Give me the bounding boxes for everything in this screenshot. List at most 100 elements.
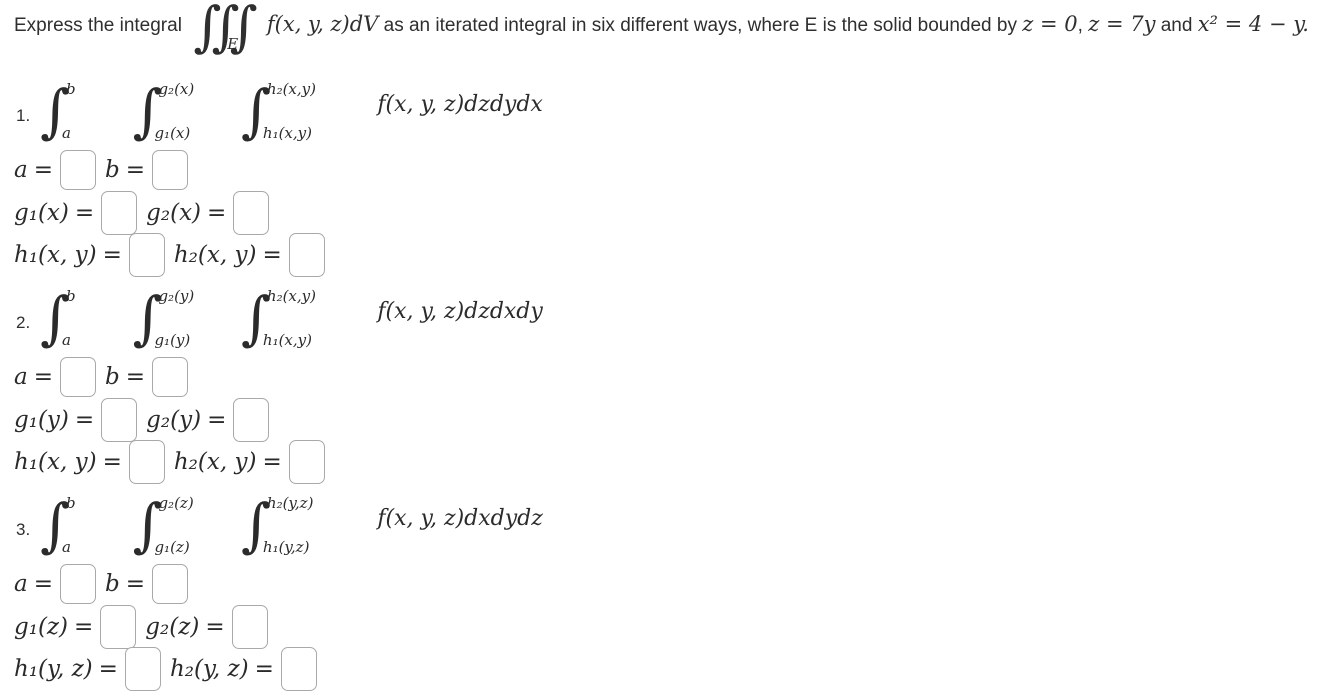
input-h1-1[interactable] xyxy=(128,233,165,277)
answer-row-g-3: g₁(z) = g₂(z) = xyxy=(14,605,268,649)
middle-lower-limit-1: g₁(x) xyxy=(154,124,191,142)
equals-sign: = xyxy=(74,199,95,226)
integrand-2: f(x, y, z)dzdxdy xyxy=(377,299,543,324)
inner-upper-limit-3: h₂(y,z) xyxy=(266,494,314,512)
prompt-integrand: f(x, y, z)dV xyxy=(266,12,379,36)
equals-sign: = xyxy=(262,241,282,268)
input-b-1[interactable] xyxy=(152,150,189,190)
input-g2-1[interactable] xyxy=(233,191,270,235)
prompt-condition-separator: , xyxy=(1077,15,1089,36)
middle-upper-limit-1: g₂(x) xyxy=(158,80,195,98)
equals-sign: = xyxy=(207,199,227,226)
field-label-g1-3: g₁(z) xyxy=(14,613,69,640)
field-label-b-2: b xyxy=(105,363,120,390)
input-g1-3[interactable] xyxy=(100,605,137,649)
answer-row-ab-2: a = b = xyxy=(14,357,189,397)
input-h1-3[interactable] xyxy=(124,647,161,691)
problem-number-3: 3. xyxy=(16,520,31,539)
input-g2-3[interactable] xyxy=(231,605,268,649)
outer-lower-limit-2: a xyxy=(62,331,71,349)
prompt-condition-3: x² = 4 − y. xyxy=(1197,12,1309,36)
middle-integral-1: ∫ g₂(x) g₁(x) xyxy=(132,78,236,150)
equals-sign: = xyxy=(207,406,227,433)
input-a-3[interactable] xyxy=(60,564,96,604)
prompt-condition-2: z = 7y xyxy=(1088,12,1156,36)
answer-row-g-2: g₁(y) = g₂(y) = xyxy=(14,398,270,442)
prompt-condition-1: z = 0 xyxy=(1022,12,1078,36)
field-label-g2-1: g₂(x) xyxy=(146,199,202,226)
problem-number-2: 2. xyxy=(16,313,31,332)
input-h2-2[interactable] xyxy=(288,440,325,484)
inner-upper-limit-1: h₂(x,y) xyxy=(266,80,316,98)
equals-sign: = xyxy=(74,406,95,433)
middle-integral-3: ∫ g₂(z) g₁(z) xyxy=(132,492,236,564)
answer-row-ab-3: a = b = xyxy=(14,564,189,604)
inner-lower-limit-2: h₁(x,y) xyxy=(262,331,312,349)
field-label-b-3: b xyxy=(105,570,120,597)
outer-integral-1: ∫ b a xyxy=(40,78,128,150)
answer-row-ab-1: a = b = xyxy=(14,150,189,190)
equals-sign: = xyxy=(33,570,53,597)
inner-lower-limit-1: h₁(x,y) xyxy=(262,124,312,142)
outer-lower-limit-1: a xyxy=(62,124,71,142)
equals-sign: = xyxy=(102,241,122,268)
question-prompt: Express the integral ∫∫∫ E f(x, y, z)dV a… xyxy=(14,0,1309,58)
iterated-integral-expression-3: ∫ b a ∫ g₂(z) g₁(z) ∫ h₂(y,z) h₁(y,z) f(… xyxy=(40,492,543,564)
equals-sign: = xyxy=(125,156,146,183)
input-a-2[interactable] xyxy=(60,357,96,397)
middle-upper-limit-3: g₂(z) xyxy=(158,494,194,512)
field-label-g2-3: g₂(z) xyxy=(145,613,200,640)
answer-row-h-1: h₁(x, y) = h₂(x, y) = xyxy=(14,233,325,277)
outer-lower-limit-3: a xyxy=(62,538,71,556)
outer-upper-limit-2: b xyxy=(66,287,76,305)
input-b-2[interactable] xyxy=(152,357,189,397)
field-label-b-1: b xyxy=(105,156,120,183)
input-h1-2[interactable] xyxy=(128,440,165,484)
inner-integral-2: ∫ h₂(x,y) h₁(x,y) xyxy=(241,285,345,357)
outer-upper-limit-1: b xyxy=(66,80,76,98)
field-label-g1-2: g₁(y) xyxy=(14,406,69,433)
input-a-1[interactable] xyxy=(60,150,96,190)
equals-sign: = xyxy=(74,613,94,640)
field-label-h2-3: h₂(y, z) xyxy=(169,655,249,682)
field-label-h2-2: h₂(x, y) xyxy=(173,448,257,475)
field-label-a-1: a xyxy=(14,156,28,183)
equals-sign: = xyxy=(102,448,122,475)
field-label-a-3: a xyxy=(14,570,28,597)
field-label-g2-2: g₂(y) xyxy=(146,406,202,433)
answer-row-h-3: h₁(y, z) = h₂(y, z) = xyxy=(14,647,317,691)
middle-integral-2: ∫ g₂(y) g₁(y) xyxy=(132,285,236,357)
field-label-h1-3: h₁(y, z) xyxy=(14,655,93,682)
input-g1-2[interactable] xyxy=(101,398,138,442)
input-b-3[interactable] xyxy=(152,564,189,604)
equals-sign: = xyxy=(125,570,146,597)
inner-integral-1: ∫ h₂(x,y) h₁(x,y) xyxy=(241,78,345,150)
input-h2-1[interactable] xyxy=(288,233,325,277)
prompt-middle: as an iterated integral in six different… xyxy=(383,15,1017,36)
field-label-h2-1: h₂(x, y) xyxy=(173,241,257,268)
outer-integral-3: ∫ b a xyxy=(40,492,128,564)
inner-integral-3: ∫ h₂(y,z) h₁(y,z) xyxy=(241,492,345,564)
inner-lower-limit-3: h₁(y,z) xyxy=(262,538,310,556)
prompt-tail: and xyxy=(1160,15,1193,36)
iterated-integral-expression-1: ∫ b a ∫ g₂(x) g₁(x) ∫ h₂(x,y) h₁(x,y) f(… xyxy=(40,78,543,150)
outer-upper-limit-3: b xyxy=(66,494,76,512)
field-label-g1-1: g₁(x) xyxy=(14,199,69,226)
inner-upper-limit-2: h₂(x,y) xyxy=(266,287,316,305)
equals-sign: = xyxy=(262,448,282,475)
integrand-1: f(x, y, z)dzdydx xyxy=(377,92,543,117)
field-label-h1-2: h₁(x, y) xyxy=(14,448,97,475)
field-label-h1-1: h₁(x, y) xyxy=(14,241,97,268)
field-label-a-2: a xyxy=(14,363,28,390)
middle-lower-limit-2: g₁(y) xyxy=(154,331,191,349)
input-h2-3[interactable] xyxy=(280,647,317,691)
input-g2-2[interactable] xyxy=(233,398,270,442)
answer-row-h-2: h₁(x, y) = h₂(x, y) = xyxy=(14,440,325,484)
integrand-3: f(x, y, z)dxdydz xyxy=(377,506,543,531)
input-g1-1[interactable] xyxy=(101,191,138,235)
equals-sign: = xyxy=(205,613,225,640)
outer-integral-2: ∫ b a xyxy=(40,285,128,357)
equals-sign: = xyxy=(33,156,53,183)
iterated-integral-expression-2: ∫ b a ∫ g₂(y) g₁(y) ∫ h₂(x,y) h₁(x,y) f(… xyxy=(40,285,543,357)
equals-sign: = xyxy=(98,655,118,682)
